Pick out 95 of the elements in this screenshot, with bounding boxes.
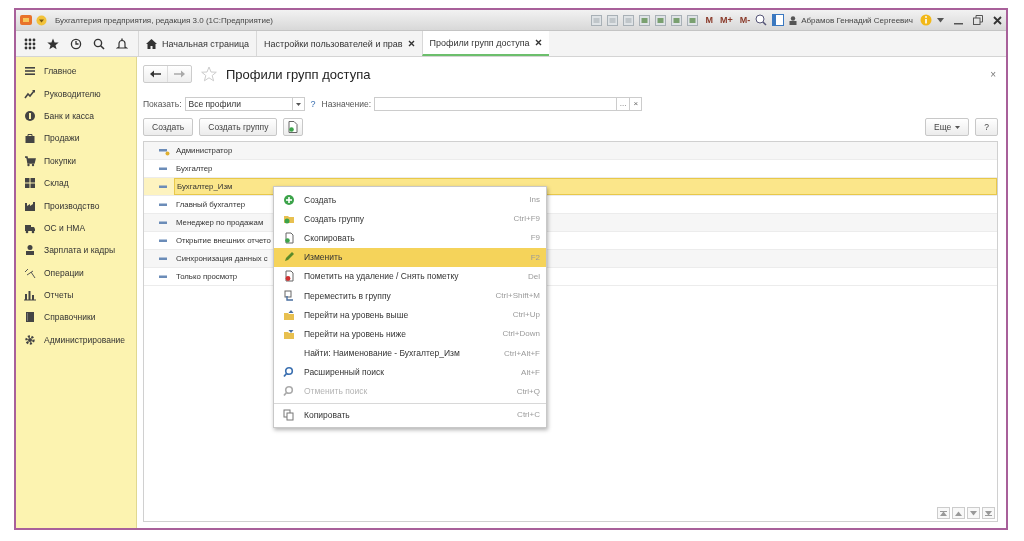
show-select[interactable]: Все профили <box>184 97 305 111</box>
memory-button[interactable]: M+ <box>719 15 733 25</box>
document-add-icon <box>288 121 299 133</box>
sidebar-item[interactable]: Производство <box>44 200 100 211</box>
arrow-up-icon <box>955 510 962 516</box>
coin-icon <box>24 109 36 122</box>
form-title: Профили групп доступа <box>226 66 371 82</box>
help-button[interactable]: ? <box>975 118 998 136</box>
select-button[interactable]: ... <box>615 98 630 110</box>
panel-icon[interactable] <box>772 14 785 26</box>
window-title: Бухгалтерия предприятия, редакция 3.0 (1С:Предприятие) <box>55 15 273 25</box>
create-button[interactable]: Создать <box>143 118 194 136</box>
dropdown-icon[interactable] <box>36 14 47 26</box>
apps-grid-icon[interactable] <box>24 37 36 50</box>
star-icon[interactable] <box>201 66 217 82</box>
close-icon[interactable] <box>407 40 415 47</box>
help-link[interactable]: ? <box>310 99 316 109</box>
arrow-down-icon <box>970 510 977 516</box>
close-icon[interactable] <box>534 39 542 46</box>
document-delete-icon <box>283 270 295 283</box>
close-icon[interactable] <box>993 15 1002 25</box>
zoom-icon[interactable] <box>755 14 768 26</box>
clear-button[interactable]: × <box>629 98 642 110</box>
book-icon <box>24 311 36 324</box>
menu-icon <box>24 65 36 78</box>
field-label: Показать: <box>143 99 182 109</box>
search-icon[interactable] <box>93 37 105 50</box>
menu-item[interactable]: Расширенный поиск Alt+F <box>274 362 546 382</box>
tab[interactable]: Настройки пользователей и прав <box>256 31 422 56</box>
star-icon[interactable] <box>47 37 59 50</box>
document-add-icon <box>283 231 295 244</box>
arrow-up-icon <box>940 510 947 516</box>
sidebar-item[interactable]: Склад <box>44 178 69 189</box>
sidebar-item[interactable]: Банк и касса <box>44 110 95 121</box>
sidebar-item[interactable]: Администрирование <box>44 334 126 345</box>
tab[interactable]: Начальная страница <box>138 31 257 56</box>
history-icon[interactable] <box>70 37 82 50</box>
grid-icon <box>24 177 36 190</box>
memory-button[interactable]: M <box>705 15 713 25</box>
sidebar-item[interactable]: Главное <box>44 66 77 77</box>
search-cancel-icon <box>283 385 295 398</box>
arrow-left-icon <box>150 70 161 78</box>
bag-icon <box>24 132 36 145</box>
copy-button[interactable] <box>283 118 304 136</box>
sidebar-item[interactable]: Операции <box>44 267 84 278</box>
sidebar-item[interactable]: Справочники <box>44 312 96 323</box>
settings-icon <box>24 333 36 346</box>
add-icon <box>283 193 295 206</box>
caret-icon[interactable] <box>937 17 944 23</box>
menu-item[interactable]: Переместить в группу Ctrl+Shift+M <box>274 285 546 306</box>
menu-item[interactable]: Изменить F2 <box>274 247 546 267</box>
sidebar-item[interactable]: Руководителю <box>44 88 101 99</box>
purpose-field[interactable]: ... × <box>374 97 643 111</box>
folder-down-icon <box>283 327 295 340</box>
arrow-right-icon <box>174 70 185 78</box>
caret-icon[interactable] <box>295 102 301 106</box>
cart-icon <box>24 154 36 167</box>
pencil-icon <box>283 251 295 264</box>
bar-chart-icon <box>24 289 36 302</box>
arrow-down-icon <box>985 510 992 516</box>
scroll-down-button[interactable] <box>967 507 980 519</box>
menu-item[interactable]: Пометить на удаление / Снять пометку Del <box>274 266 546 286</box>
move-to-group-icon <box>283 289 295 302</box>
copy-icon <box>283 408 295 421</box>
factory-icon <box>24 199 36 212</box>
home-icon <box>146 38 157 49</box>
menu-item[interactable]: Перейти на уровень выше Ctrl+Up <box>274 305 546 325</box>
caret-icon <box>955 125 961 129</box>
sidebar-item[interactable]: ОС и НМА <box>44 222 86 233</box>
scroll-bottom-button[interactable] <box>982 507 995 519</box>
user-name[interactable]: Абрамов Геннадий Сергеевич <box>801 15 913 25</box>
menu-item[interactable]: Скопировать F9 <box>274 228 546 248</box>
person-icon <box>24 244 36 257</box>
sidebar-item[interactable]: Продажи <box>44 133 80 144</box>
sidebar-item[interactable]: Отчеты <box>44 290 74 301</box>
trend-icon <box>24 87 36 100</box>
menu-item[interactable]: Найти: Наименование - Бухгалтер_Изм Ctrl+Alt+F <box>274 343 546 363</box>
sidebar-item[interactable]: Зарплата и кадры <box>44 245 116 256</box>
memory-button[interactable]: M- <box>739 15 751 25</box>
search-icon <box>283 366 295 379</box>
menu-item[interactable]: Копировать Ctrl+C <box>274 403 546 425</box>
scroll-up-button[interactable] <box>952 507 965 519</box>
folder-up-icon <box>283 308 295 321</box>
menu-item[interactable]: Перейти на уровень ниже Ctrl+Down <box>274 324 546 344</box>
close-button[interactable]: × <box>990 68 998 80</box>
menu-item[interactable]: Создать группу Ctrl+F9 <box>274 209 546 229</box>
more-button[interactable]: Еще <box>924 118 970 136</box>
bell-icon[interactable] <box>116 37 128 50</box>
field-label: Назначение: <box>321 99 372 109</box>
create-button[interactable]: Создать группу <box>199 118 278 136</box>
scroll-top-button[interactable] <box>937 507 950 519</box>
restore-icon[interactable] <box>973 15 983 25</box>
sidebar-item[interactable]: Покупки <box>44 155 76 166</box>
tab[interactable]: Профили групп доступа <box>421 31 549 56</box>
user-icon <box>789 15 798 25</box>
